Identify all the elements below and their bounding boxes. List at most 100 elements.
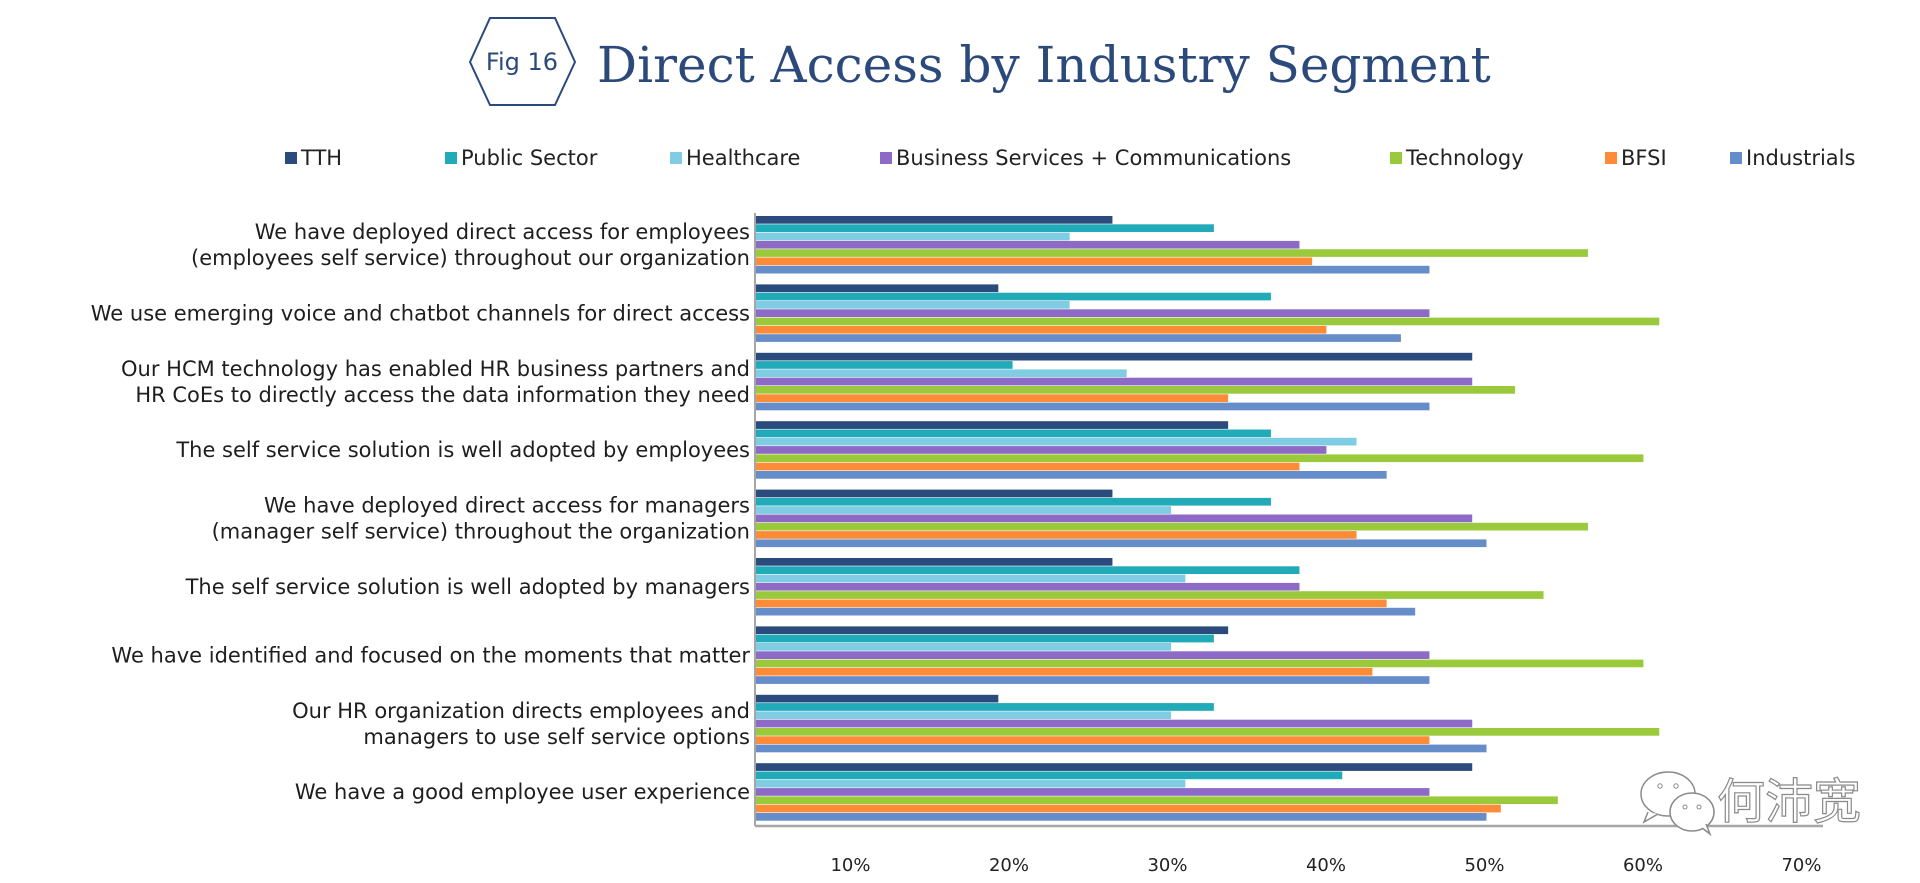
legend-item: BFSI bbox=[1605, 146, 1667, 170]
category-label: We have identified and focused on the mo… bbox=[111, 643, 750, 667]
legend: TTH Public Sector Healthcare Business Servi… bbox=[285, 146, 1855, 170]
legend-label: Business Services + Communications bbox=[896, 146, 1291, 170]
bar bbox=[755, 309, 1430, 317]
chart-title: Direct Access by Industry Segment bbox=[597, 36, 1491, 94]
bar-group bbox=[755, 216, 1588, 274]
bar bbox=[755, 804, 1501, 813]
bar bbox=[755, 719, 1473, 728]
bar-group bbox=[755, 284, 1660, 342]
bar bbox=[755, 377, 1473, 386]
bar bbox=[755, 788, 1430, 796]
legend-swatch bbox=[1390, 152, 1402, 164]
bar-group bbox=[755, 626, 1644, 684]
bar bbox=[755, 394, 1229, 402]
bar bbox=[755, 317, 1660, 326]
bar bbox=[755, 240, 1300, 249]
bars bbox=[755, 216, 1660, 821]
bar bbox=[755, 558, 1113, 566]
bar bbox=[755, 334, 1401, 342]
bar bbox=[755, 694, 999, 703]
bar bbox=[755, 497, 1271, 506]
wechat-icon bbox=[1640, 771, 1715, 837]
bar bbox=[755, 361, 1013, 369]
category-label: We have deployed direct access for manag… bbox=[264, 494, 750, 518]
bar-group bbox=[755, 352, 1516, 411]
bar bbox=[755, 446, 1327, 454]
bar bbox=[755, 728, 1660, 736]
bar bbox=[755, 437, 1357, 446]
category-label: The self service solution is well adopte… bbox=[175, 438, 750, 462]
legend-swatch bbox=[670, 152, 682, 164]
bar bbox=[755, 626, 1229, 635]
figure-badge: Fig 16 bbox=[468, 17, 577, 106]
legend-label: BFSI bbox=[1621, 146, 1667, 170]
bar bbox=[755, 232, 1070, 241]
bar bbox=[755, 744, 1487, 753]
bar bbox=[755, 325, 1327, 334]
bar-group bbox=[755, 489, 1588, 548]
category-label: managers to use self service options bbox=[363, 725, 750, 749]
watermark: 何沛宽 bbox=[1640, 771, 1862, 837]
bar-group bbox=[755, 421, 1644, 479]
bar bbox=[755, 607, 1416, 616]
figure-number: Fig 16 bbox=[486, 48, 558, 76]
legend-item: Healthcare bbox=[670, 146, 800, 170]
bar bbox=[755, 667, 1373, 676]
bar bbox=[755, 462, 1300, 471]
bar bbox=[755, 265, 1430, 274]
bar bbox=[755, 506, 1172, 514]
bar bbox=[755, 421, 1229, 429]
bar bbox=[755, 301, 1070, 309]
legend-item: Public Sector bbox=[445, 146, 598, 170]
bar bbox=[755, 522, 1588, 531]
legend-swatch bbox=[285, 152, 297, 164]
bar bbox=[755, 284, 999, 293]
legend-label: Public Sector bbox=[461, 146, 598, 170]
bar bbox=[755, 659, 1644, 668]
bar bbox=[755, 514, 1473, 523]
bar-group bbox=[755, 763, 1558, 821]
bar bbox=[755, 599, 1387, 608]
bar bbox=[755, 711, 1172, 720]
category-label: (manager self service) throughout the or… bbox=[212, 520, 750, 544]
x-tick-label: 40% bbox=[1306, 855, 1346, 876]
bar bbox=[755, 369, 1127, 378]
bar bbox=[755, 591, 1544, 599]
legend-item: Industrials bbox=[1730, 146, 1855, 170]
category-labels: We have deployed direct access for emplo… bbox=[91, 220, 751, 804]
legend-label: TTH bbox=[300, 146, 342, 170]
legend-item: Technology bbox=[1390, 146, 1524, 170]
category-label: The self service solution is well adopte… bbox=[185, 575, 750, 599]
category-label: HR CoEs to directly access the data info… bbox=[135, 383, 750, 407]
bar bbox=[755, 386, 1516, 394]
legend-swatch bbox=[880, 152, 892, 164]
watermark-text: 何沛宽 bbox=[1717, 774, 1861, 830]
bar bbox=[755, 429, 1271, 438]
legend-swatch bbox=[1730, 152, 1742, 164]
category-label: We use emerging voice and chatbot channe… bbox=[91, 301, 750, 325]
bar bbox=[755, 489, 1113, 498]
bar bbox=[755, 566, 1300, 574]
bar bbox=[755, 634, 1214, 643]
bar bbox=[755, 779, 1186, 788]
bar bbox=[755, 224, 1214, 232]
bar bbox=[755, 643, 1172, 651]
category-label: (employees self service) throughout our … bbox=[191, 246, 750, 270]
bar-group bbox=[755, 558, 1544, 616]
legend-item: Business Services + Communications bbox=[880, 146, 1291, 170]
bar bbox=[755, 292, 1271, 301]
bar bbox=[755, 763, 1473, 771]
category-label: Our HR organization directs employees an… bbox=[292, 699, 750, 723]
bar bbox=[755, 813, 1487, 821]
chart-canvas: Fig 16 Direct Access by Industry Segment… bbox=[91, 17, 1862, 876]
bar bbox=[755, 531, 1357, 539]
bar-group bbox=[755, 694, 1660, 753]
bar bbox=[755, 676, 1430, 684]
x-tick-label: 20% bbox=[989, 855, 1029, 876]
bar bbox=[755, 216, 1113, 224]
x-tick-label: 70% bbox=[1781, 855, 1821, 876]
x-tick-label: 10% bbox=[830, 855, 870, 876]
bar bbox=[755, 574, 1186, 583]
bar bbox=[755, 651, 1430, 659]
legend-label: Industrials bbox=[1746, 146, 1855, 170]
